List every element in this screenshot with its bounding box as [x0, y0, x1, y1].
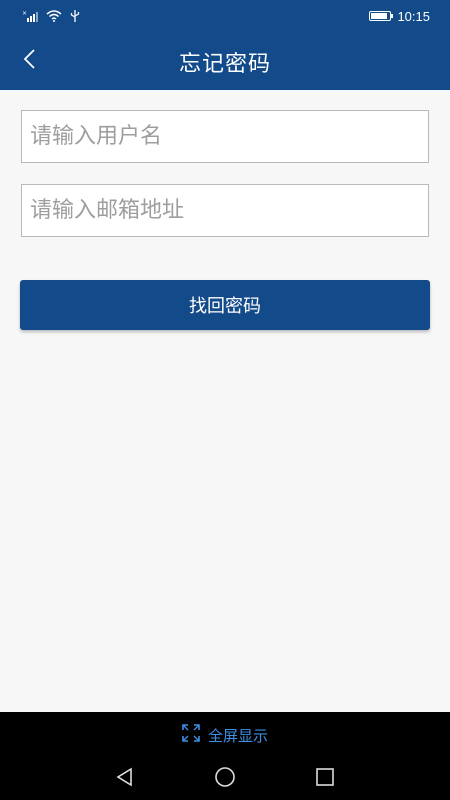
usb-icon — [70, 7, 80, 26]
status-left-icons: × — [22, 7, 80, 26]
recover-password-button[interactable]: 找回密码 — [20, 280, 430, 330]
system-nav-keys — [0, 764, 450, 790]
battery-icon — [369, 11, 394, 21]
fullscreen-button[interactable]: 全屏显示 — [0, 724, 450, 746]
expand-icon — [182, 724, 200, 746]
fullscreen-label: 全屏显示 — [207, 726, 268, 745]
back-triangle-icon[interactable] — [108, 764, 142, 790]
system-bottom-bar: 全屏显示 — [0, 712, 450, 800]
status-right: 10:15 — [369, 9, 430, 24]
status-bar: × 10:15 — [0, 0, 450, 32]
username-input[interactable] — [21, 110, 429, 163]
status-time: 10:15 — [397, 8, 430, 24]
wifi-icon — [46, 7, 62, 26]
svg-text:×: × — [22, 10, 27, 17]
email-input[interactable] — [21, 184, 429, 237]
page-title: 忘记密码 — [178, 52, 271, 77]
signal-icon: × — [22, 7, 38, 26]
app-header: 忘记密码 — [0, 32, 450, 90]
recents-square-icon[interactable] — [308, 764, 342, 790]
home-circle-icon[interactable] — [208, 764, 242, 790]
